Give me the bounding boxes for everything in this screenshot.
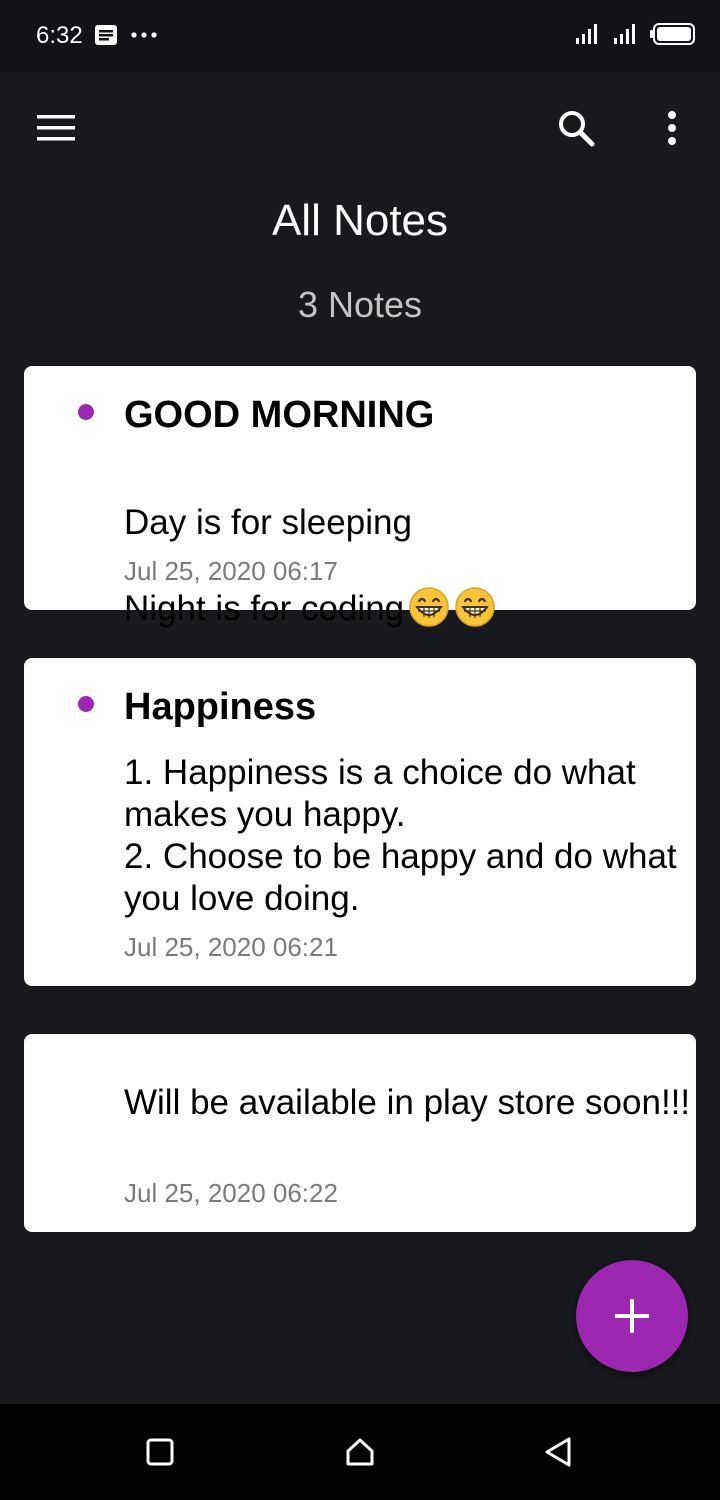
app-bar: [0, 72, 720, 184]
note-title: GOOD MORNING: [124, 394, 435, 436]
more-notifications-icon: [131, 32, 157, 38]
add-note-button[interactable]: [576, 1260, 688, 1372]
menu-button[interactable]: [28, 106, 84, 150]
page-title: All Notes: [271, 196, 449, 245]
notes-count: 3 Notes: [297, 284, 423, 325]
note-body: 1. Happiness is a choice do what makes y…: [124, 753, 677, 918]
recents-button[interactable]: [130, 1424, 190, 1480]
add-icon: [615, 1299, 649, 1333]
note-date: Jul 25, 2020 06:22: [124, 1178, 338, 1208]
message-notification-icon: [95, 25, 117, 45]
search-icon: [559, 111, 595, 147]
note-color-dot: [78, 404, 94, 420]
hamburger-menu-icon: [37, 115, 75, 141]
status-system-icons: [574, 22, 696, 46]
note-card[interactable]: Happiness 1. Happiness is a choice do wh…: [24, 658, 696, 986]
grinning-face-emoji-icon: [409, 587, 449, 627]
note-color-dot: [78, 696, 94, 712]
note-body-line-with-emoji: Night is for coding: [124, 586, 694, 630]
search-button[interactable]: [548, 102, 604, 154]
triangle-back-icon: [545, 1437, 571, 1467]
status-bar: 6:32: [0, 0, 720, 72]
note-card[interactable]: GOOD MORNING Day is for sleeping Night i…: [24, 366, 696, 628]
note-title: Happiness: [124, 686, 317, 728]
more-vertical-icon: [668, 111, 676, 145]
home-icon: [346, 1438, 374, 1466]
signal-strength-2-icon: [614, 24, 635, 44]
home-button[interactable]: [330, 1424, 390, 1480]
note-date: Jul 25, 2020 06:21: [124, 932, 338, 962]
signal-strength-icon: [576, 24, 597, 44]
note-card[interactable]: Will be available in play store soon!!! …: [24, 1034, 696, 1232]
battery-icon: [650, 23, 695, 45]
grinning-face-emoji-icon: [455, 587, 495, 627]
note-date: Jul 25, 2020 06:17: [124, 556, 338, 586]
more-options-button[interactable]: [650, 102, 694, 154]
note-body-line: Night is for coding: [124, 589, 405, 628]
status-notification-icons: [94, 24, 158, 46]
square-recents-icon: [146, 1438, 174, 1466]
system-navigation-bar: [0, 1404, 720, 1500]
status-time: 6:32: [36, 22, 83, 49]
back-button[interactable]: [528, 1424, 588, 1480]
note-body: Will be available in play store soon!!!: [124, 1083, 691, 1122]
note-body-line: Day is for sleeping: [124, 503, 412, 542]
